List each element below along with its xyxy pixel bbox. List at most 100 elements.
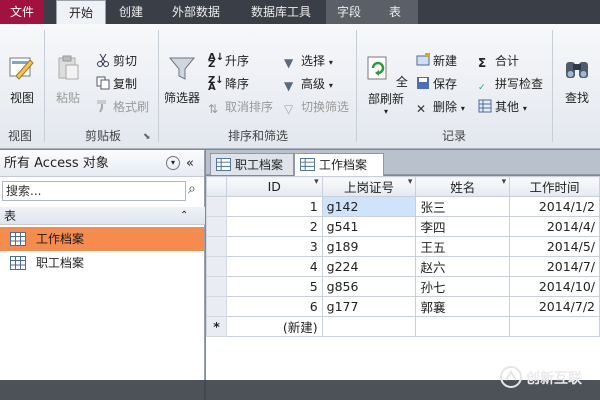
new-record-row[interactable]: * (新建): [206, 316, 600, 337]
column-dropdown-icon[interactable]: ▾: [502, 178, 507, 188]
column-header-id[interactable]: ID ▾: [225, 176, 323, 197]
cell-name[interactable]: 赵六: [415, 256, 511, 277]
nav-menu-dropdown-icon[interactable]: ▾: [166, 156, 180, 170]
table-row[interactable]: 2 g541 李四 2014/4/: [206, 216, 600, 237]
cell-work-time[interactable]: 2014/1/2: [509, 196, 600, 217]
sort-descending-label: 降序: [225, 77, 250, 91]
selection-filter-icon: ▼: [284, 56, 294, 70]
dialog-launcher-icon[interactable]: ⬊: [143, 132, 151, 142]
search-icon[interactable]: ⌕: [188, 181, 196, 197]
cell-name[interactable]: [415, 316, 511, 337]
totals-button[interactable]: Σ 合计: [478, 52, 519, 70]
refresh-all-button[interactable]: 全部刷新 ▾: [360, 54, 412, 116]
row-selector[interactable]: [206, 196, 227, 217]
table-row[interactable]: 3 g189 王五 2014/5/: [206, 236, 600, 257]
delete-record-button[interactable]: ✕ 删除 ▾: [416, 98, 465, 116]
save-record-button[interactable]: 保存: [416, 75, 457, 93]
filter-button[interactable]: 筛选器: [162, 54, 202, 106]
tab-file[interactable]: 文件: [0, 0, 44, 24]
selection-dropdown[interactable]: ▼ 选择 ▾: [284, 52, 333, 70]
clear-sort-button[interactable]: ⇅ 取消排序: [208, 98, 273, 116]
logo-icon: [500, 366, 522, 388]
cell-id[interactable]: 4: [225, 256, 323, 277]
datasheet-table: ID ▾ 上岗证号 ▾ 姓名 ▾ 工作时间 1 g142 张三 2014/1/2 2 …: [206, 176, 600, 337]
nav-item-work-records[interactable]: 工作档案: [0, 227, 204, 251]
sort-ascending-button[interactable]: A↓ Z 升序: [208, 52, 249, 70]
refresh-icon: [367, 56, 387, 80]
view-label: 视图: [9, 91, 34, 105]
doc-tab-staff-records[interactable]: 职工档案: [210, 153, 294, 175]
column-header-cert-no[interactable]: 上岗证号 ▾: [321, 176, 417, 197]
cell-id[interactable]: 6: [225, 296, 323, 317]
cell-cert-no[interactable]: g856: [321, 276, 417, 297]
cell-id[interactable]: 3: [225, 236, 323, 257]
collapse-pane-icon[interactable]: «: [186, 150, 194, 177]
cell-id-new[interactable]: (新建): [225, 316, 323, 337]
nav-item-staff-records[interactable]: 职工档案: [0, 251, 204, 275]
cell-work-time[interactable]: 2014/10/: [509, 276, 600, 297]
row-selector[interactable]: [206, 296, 227, 317]
cell-cert-no[interactable]: g541: [321, 216, 417, 237]
column-header-name[interactable]: 姓名 ▾: [415, 176, 511, 197]
column-header-work-time[interactable]: 工作时间: [509, 176, 600, 197]
row-selector[interactable]: [206, 276, 227, 297]
cell-cert-no[interactable]: [321, 316, 417, 337]
nav-section-tables[interactable]: 表 ⌃: [0, 207, 205, 225]
tab-home[interactable]: 开始: [56, 0, 106, 25]
cell-id[interactable]: 1: [225, 196, 323, 217]
table-row[interactable]: 4 g224 赵六 2014/7/: [206, 256, 600, 277]
cell-work-time[interactable]: 2014/5/: [509, 236, 600, 257]
cell-name[interactable]: 孙七: [415, 276, 511, 297]
table-row[interactable]: 1 g142 张三 2014/1/2: [206, 196, 600, 217]
paste-button[interactable]: 粘贴: [50, 54, 86, 106]
cell-work-time[interactable]: 2014/4/: [509, 216, 600, 237]
view-button[interactable]: 视图: [4, 54, 40, 106]
doc-tab-work-records[interactable]: 工作档案: [294, 153, 384, 176]
tab-external-data[interactable]: 外部数据: [156, 0, 236, 24]
format-painter-button[interactable]: 格式刷: [96, 98, 149, 116]
scissors-icon: [97, 53, 109, 67]
cut-button[interactable]: 剪切: [96, 52, 137, 70]
cell-name[interactable]: 王五: [415, 236, 511, 257]
cell-cert-no[interactable]: g142: [321, 196, 417, 217]
find-button[interactable]: 查找: [558, 54, 596, 106]
cell-cert-no[interactable]: g177: [321, 296, 417, 317]
toggle-filter-button[interactable]: ▽ 切换筛选: [284, 98, 349, 116]
tab-database-tools[interactable]: 数据库工具: [236, 0, 326, 24]
clear-sort-icon: ⇅: [208, 102, 219, 116]
cell-id[interactable]: 2: [225, 216, 323, 237]
nav-item-label: 工作档案: [36, 232, 85, 246]
copy-button[interactable]: 复制: [96, 75, 137, 93]
format-painter-label: 格式刷: [113, 100, 150, 114]
column-dropdown-icon[interactable]: ▾: [408, 178, 413, 188]
tab-create[interactable]: 创建: [106, 0, 156, 24]
tab-table[interactable]: 表: [372, 0, 418, 24]
row-selector[interactable]: [206, 256, 227, 277]
advanced-dropdown[interactable]: ▼ 高级 ▾: [284, 75, 333, 93]
new-row-marker[interactable]: *: [206, 316, 227, 337]
cell-work-time[interactable]: 2014/7/2: [509, 296, 600, 317]
table-row[interactable]: 6 g177 郭襄 2014/7/2: [206, 296, 600, 317]
chevron-down-icon: ▾: [522, 104, 527, 113]
new-record-button[interactable]: 新建: [416, 52, 457, 70]
cell-cert-no[interactable]: g224: [321, 256, 417, 277]
cell-work-time[interactable]: [509, 316, 600, 337]
row-selector[interactable]: [206, 216, 227, 237]
spelling-button[interactable]: ✓ 拼写检查: [478, 75, 543, 93]
row-selector-header[interactable]: [206, 176, 227, 197]
cell-name[interactable]: 李四: [415, 216, 511, 237]
cell-name[interactable]: 张三: [415, 196, 511, 217]
nav-pane-header[interactable]: 所有 Access 对象 ▾ «: [0, 150, 204, 177]
row-selector[interactable]: [206, 236, 227, 257]
cell-name[interactable]: 郭襄: [415, 296, 511, 317]
tab-fields[interactable]: 字段: [326, 0, 372, 24]
cell-id[interactable]: 5: [225, 276, 323, 297]
nav-search-input[interactable]: 搜索...: [2, 181, 186, 201]
nav-item-label: 职工档案: [36, 256, 85, 270]
column-dropdown-icon[interactable]: ▾: [314, 178, 319, 188]
sort-descending-button[interactable]: Z↓ A 降序: [208, 75, 249, 93]
cell-work-time[interactable]: 2014/7/: [509, 256, 600, 277]
cell-cert-no[interactable]: g189: [321, 236, 417, 257]
more-button[interactable]: 其他 ▾: [478, 98, 527, 116]
table-row[interactable]: 5 g856 孙七 2014/10/: [206, 276, 600, 297]
